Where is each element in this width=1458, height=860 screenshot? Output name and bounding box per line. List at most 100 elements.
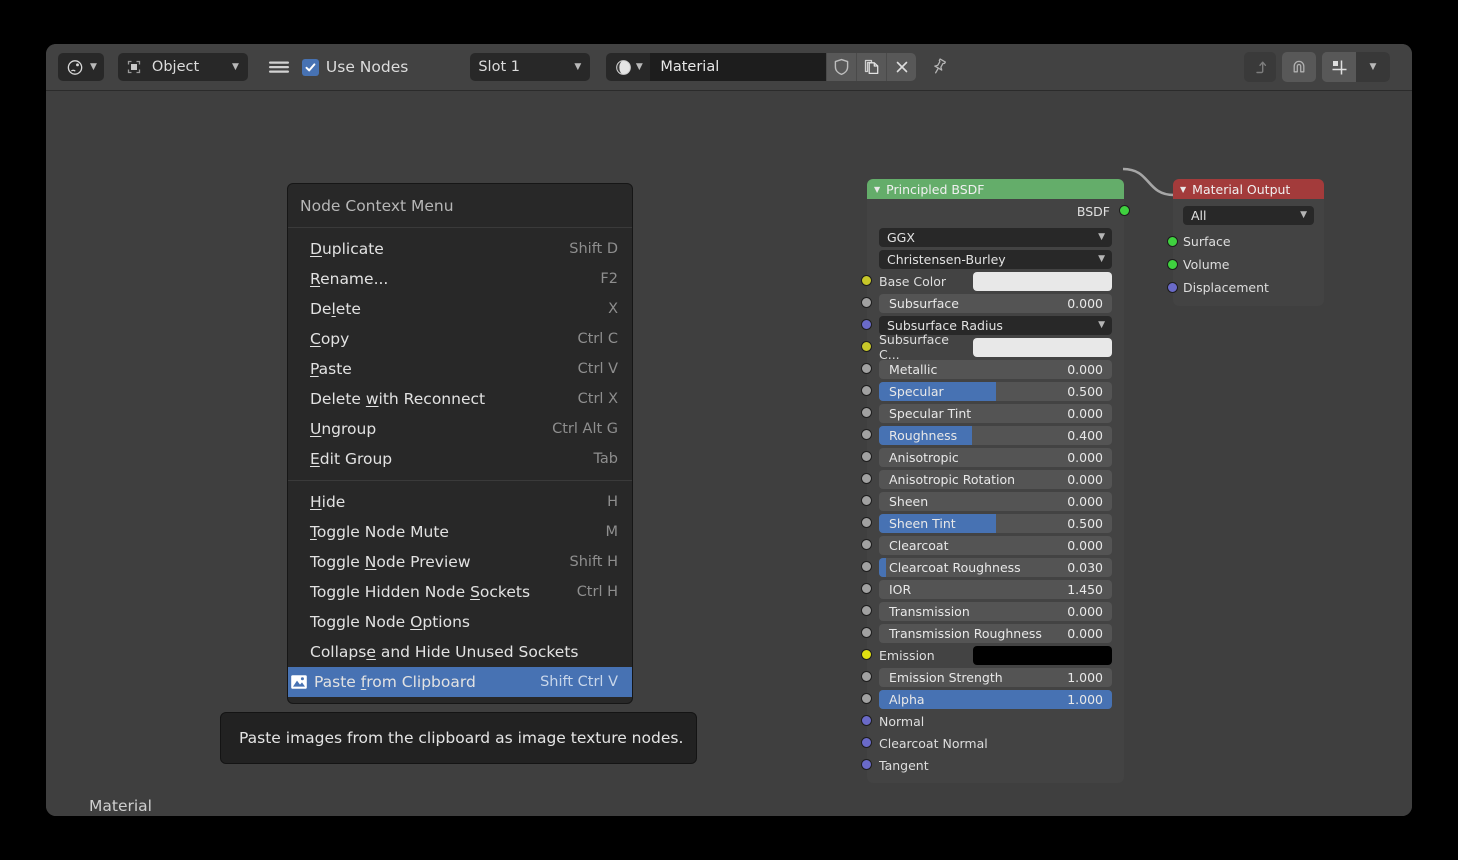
node-slider[interactable]: Emission Strength1.000 (879, 668, 1112, 687)
node-input-row[interactable]: Transmission0.000 (867, 600, 1124, 622)
socket-input-specular[interactable] (861, 385, 872, 396)
new-material-copy-icon[interactable] (856, 53, 886, 81)
context-menu-item[interactable]: Toggle Hidden Node SocketsCtrl H (288, 577, 632, 607)
socket-output-bsdf[interactable] (1119, 205, 1130, 216)
socket-input-clearcoat-normal[interactable] (861, 737, 872, 748)
node-context-menu[interactable]: Node Context Menu DuplicateShift DRename… (287, 183, 633, 704)
node-input-row[interactable]: Clearcoat0.000 (867, 534, 1124, 556)
node-input-row[interactable]: Alpha1.000 (867, 688, 1124, 710)
node-input-row[interactable]: Metallic0.000 (867, 358, 1124, 380)
node-enum-row[interactable]: All▼ (1173, 204, 1324, 226)
node-editor-canvas[interactable]: ▼ Principled BSDF BSDFGGX▼Christensen-Bu… (46, 90, 1412, 816)
socket-input-tangent[interactable] (861, 759, 872, 770)
node-color-swatch[interactable] (973, 646, 1112, 665)
node-principled-bsdf[interactable]: ▼ Principled BSDF BSDFGGX▼Christensen-Bu… (867, 179, 1124, 783)
node-input-row[interactable]: Subsurface0.000 (867, 292, 1124, 314)
context-menu-item[interactable]: UngroupCtrl Alt G (288, 414, 632, 444)
socket-input-emission-strength[interactable] (861, 671, 872, 682)
node-input-row[interactable]: Sheen Tint0.500 (867, 512, 1124, 534)
material-slot-dropdown[interactable]: Slot 1 ▼ (470, 53, 590, 81)
node-input-row[interactable]: Subsurface C... (867, 336, 1124, 358)
node-slider[interactable]: Anisotropic0.000 (879, 448, 1112, 467)
node-slider[interactable]: IOR1.450 (879, 580, 1112, 599)
socket-input-displacement[interactable] (1167, 282, 1178, 293)
collapse-triangle-icon[interactable]: ▼ (874, 185, 880, 194)
node-slider[interactable]: Sheen0.000 (879, 492, 1112, 511)
view-menu-button[interactable] (262, 53, 296, 81)
node-slider[interactable]: Anisotropic Rotation0.000 (879, 470, 1112, 489)
socket-input-roughness[interactable] (861, 429, 872, 440)
node-enum-dropdown[interactable]: GGX▼ (879, 228, 1112, 247)
node-input-row[interactable]: Sheen0.000 (867, 490, 1124, 512)
node-input-row[interactable]: Emission (867, 644, 1124, 666)
node-input-row[interactable]: Volume (1173, 253, 1324, 276)
node-color-swatch[interactable] (973, 338, 1112, 357)
node-input-row[interactable]: Displacement (1173, 276, 1324, 299)
snap-grid-icon[interactable] (1322, 52, 1356, 82)
context-menu-item[interactable]: HideH (288, 487, 632, 517)
snap-parent-button[interactable] (1244, 52, 1276, 82)
node-slider[interactable]: Alpha1.000 (879, 690, 1112, 709)
node-input-row[interactable]: Clearcoat Roughness0.030 (867, 556, 1124, 578)
pin-icon[interactable] (924, 53, 954, 81)
shader-type-dropdown[interactable]: Object ▼ (118, 53, 248, 81)
node-header-material-output[interactable]: ▼ Material Output (1173, 179, 1324, 199)
node-material-output[interactable]: ▼ Material Output All▼ SurfaceVolumeDispl… (1173, 179, 1324, 306)
node-input-row[interactable]: Base Color (867, 270, 1124, 292)
node-input-row[interactable]: Emission Strength1.000 (867, 666, 1124, 688)
socket-input-volume[interactable] (1167, 259, 1178, 270)
node-input-row[interactable]: Roughness0.400 (867, 424, 1124, 446)
context-menu-item[interactable]: DuplicateShift D (288, 234, 632, 264)
node-enum-row[interactable]: Christensen-Burley▼ (867, 248, 1124, 270)
use-nodes-checkbox-row[interactable]: Use Nodes (302, 53, 408, 81)
socket-input-clearcoat[interactable] (861, 539, 872, 550)
socket-input-subsurface-radius[interactable] (861, 319, 872, 330)
node-slider[interactable]: Sheen Tint0.500 (879, 514, 1112, 533)
socket-input-subsurface-c[interactable] (861, 341, 872, 352)
node-input-row[interactable]: Transmission Roughness0.000 (867, 622, 1124, 644)
use-nodes-checkbox[interactable] (302, 59, 319, 76)
fake-user-shield-icon[interactable] (826, 53, 856, 81)
collapse-triangle-icon[interactable]: ▼ (1180, 185, 1186, 194)
node-input-row[interactable]: Specular Tint0.000 (867, 402, 1124, 424)
socket-input-surface[interactable] (1167, 236, 1178, 247)
context-menu-item[interactable]: DeleteX (288, 294, 632, 324)
context-menu-item[interactable]: PasteCtrl V (288, 354, 632, 384)
node-input-row[interactable]: Clearcoat Normal (867, 732, 1124, 754)
node-enum-dropdown[interactable]: Christensen-Burley▼ (879, 250, 1112, 269)
socket-input-normal[interactable] (861, 715, 872, 726)
context-menu-item[interactable]: Rename...F2 (288, 264, 632, 294)
node-slider[interactable]: Clearcoat0.000 (879, 536, 1112, 555)
socket-input-ior[interactable] (861, 583, 872, 594)
material-name-field[interactable]: Material (650, 53, 826, 81)
browse-material-button[interactable]: ▼ (606, 53, 650, 81)
context-menu-item[interactable]: Toggle Node MuteM (288, 517, 632, 547)
node-enum-row[interactable]: GGX▼ (867, 226, 1124, 248)
context-menu-item[interactable]: Delete with ReconnectCtrl X (288, 384, 632, 414)
socket-input-anisotropic-rotation[interactable] (861, 473, 872, 484)
proportional-editing-button[interactable] (1282, 52, 1316, 82)
socket-input-emission[interactable] (861, 649, 872, 660)
context-menu-item[interactable]: Paste from ClipboardShift Ctrl V (288, 667, 632, 697)
node-input-row[interactable]: Specular0.500 (867, 380, 1124, 402)
node-header-principled-bsdf[interactable]: ▼ Principled BSDF (867, 179, 1124, 199)
editor-type-button[interactable]: ▼ (58, 53, 104, 81)
node-slider[interactable]: Metallic0.000 (879, 360, 1112, 379)
context-menu-item[interactable]: Collapse and Hide Unused Sockets (288, 637, 632, 667)
socket-input-transmission[interactable] (861, 605, 872, 616)
snapping-options-dropdown[interactable]: ▼ (1356, 52, 1390, 82)
node-slider[interactable]: Transmission Roughness0.000 (879, 624, 1112, 643)
node-input-row[interactable]: Anisotropic Rotation0.000 (867, 468, 1124, 490)
node-input-row[interactable]: Tangent (867, 754, 1124, 776)
node-input-row[interactable]: IOR1.450 (867, 578, 1124, 600)
node-slider[interactable]: Roughness0.400 (879, 426, 1112, 445)
context-menu-item[interactable]: Toggle Node PreviewShift H (288, 547, 632, 577)
node-input-row[interactable]: Anisotropic0.000 (867, 446, 1124, 468)
socket-input-alpha[interactable] (861, 693, 872, 704)
socket-input-metallic[interactable] (861, 363, 872, 374)
node-slider[interactable]: Subsurface0.000 (879, 294, 1112, 313)
output-target-dropdown[interactable]: All▼ (1183, 206, 1314, 225)
context-menu-item[interactable]: Toggle Node Options (288, 607, 632, 637)
socket-input-sheen-tint[interactable] (861, 517, 872, 528)
node-input-row[interactable]: Surface (1173, 230, 1324, 253)
